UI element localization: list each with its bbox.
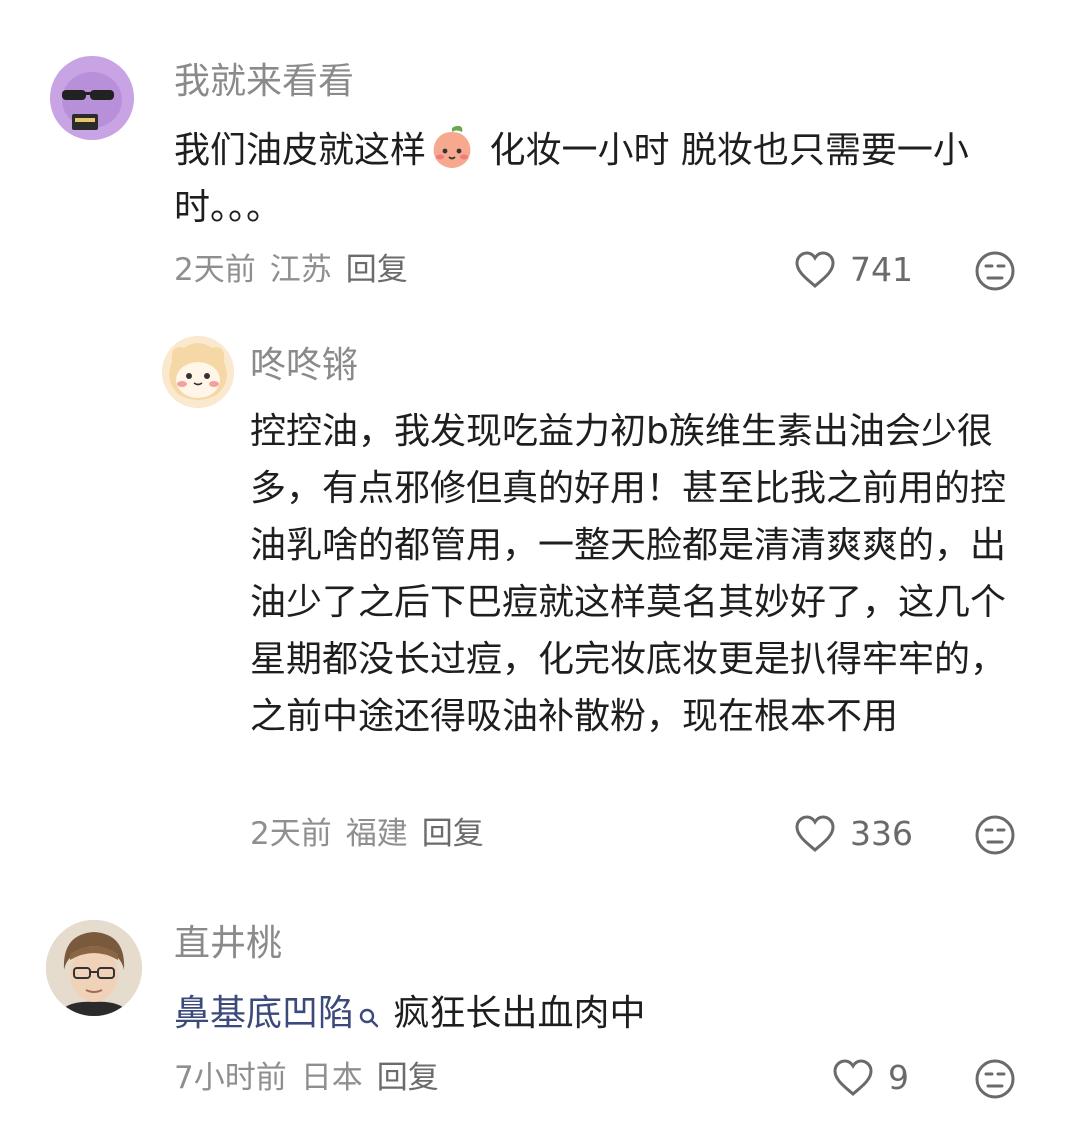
comment-text: 控控油，我发现吃益力初b族维生素出油会少很多，有点邪修但真的好用！甚至比我之前用… [250, 411, 1007, 737]
reply-button[interactable]: 回复 [377, 1060, 439, 1096]
like-count: 9 [888, 1058, 909, 1097]
comment-time: 7小时前 [174, 1060, 287, 1096]
comment-meta: 2天前 江苏 回复 [174, 250, 422, 290]
comment-text-part: 我们油皮就这样 [174, 130, 427, 171]
peach-emoji-icon [428, 124, 476, 170]
comment-meta: 7小时前 日本 回复 [174, 1058, 453, 1098]
comment-text-part: 疯狂长出血肉中 [382, 993, 646, 1034]
dislike-button[interactable] [974, 1058, 1016, 1104]
avatar[interactable] [162, 336, 234, 408]
comment-time: 2天前 [250, 816, 332, 852]
meh-face-icon [975, 1059, 1015, 1099]
avatar-image [50, 56, 134, 140]
comment-text: 鼻基底凹陷 疯狂长出血肉中 [174, 985, 1024, 1042]
like-button[interactable]: 336 [794, 814, 913, 854]
username[interactable]: 直井桃 [174, 922, 282, 966]
comment-location: 日本 [300, 1060, 363, 1096]
meh-face-icon [975, 251, 1015, 291]
comment-meta: 2天前 福建 回复 [250, 814, 498, 854]
meh-face-icon [975, 815, 1015, 855]
like-count: 336 [850, 814, 913, 853]
avatar[interactable] [46, 920, 142, 1016]
comment-location: 江苏 [269, 252, 332, 288]
username[interactable]: 我就来看看 [174, 60, 354, 104]
like-button[interactable]: 9 [832, 1058, 909, 1098]
like-button[interactable]: 741 [794, 250, 913, 290]
dislike-button[interactable] [974, 814, 1016, 860]
search-icon[interactable] [358, 991, 380, 1028]
avatar-image [162, 336, 234, 408]
avatar-image [46, 920, 142, 1016]
avatar[interactable] [50, 56, 134, 140]
like-count: 741 [850, 250, 913, 289]
comment-text: 我们油皮就这样 化妆一小时 脱妆也只需要一小时。。。 [174, 122, 1024, 236]
username[interactable]: 咚咚锵 [250, 344, 358, 388]
heart-outline-icon [795, 815, 835, 852]
comment-time: 2天前 [174, 252, 256, 288]
heart-outline-icon [833, 1059, 873, 1096]
dislike-button[interactable] [974, 250, 1016, 296]
search-mention-link[interactable]: 鼻基底凹陷 [174, 993, 354, 1034]
heart-outline-icon [795, 251, 835, 288]
reply-button[interactable]: 回复 [346, 252, 408, 288]
comment-location: 福建 [345, 816, 408, 852]
reply-button[interactable]: 回复 [422, 816, 484, 852]
